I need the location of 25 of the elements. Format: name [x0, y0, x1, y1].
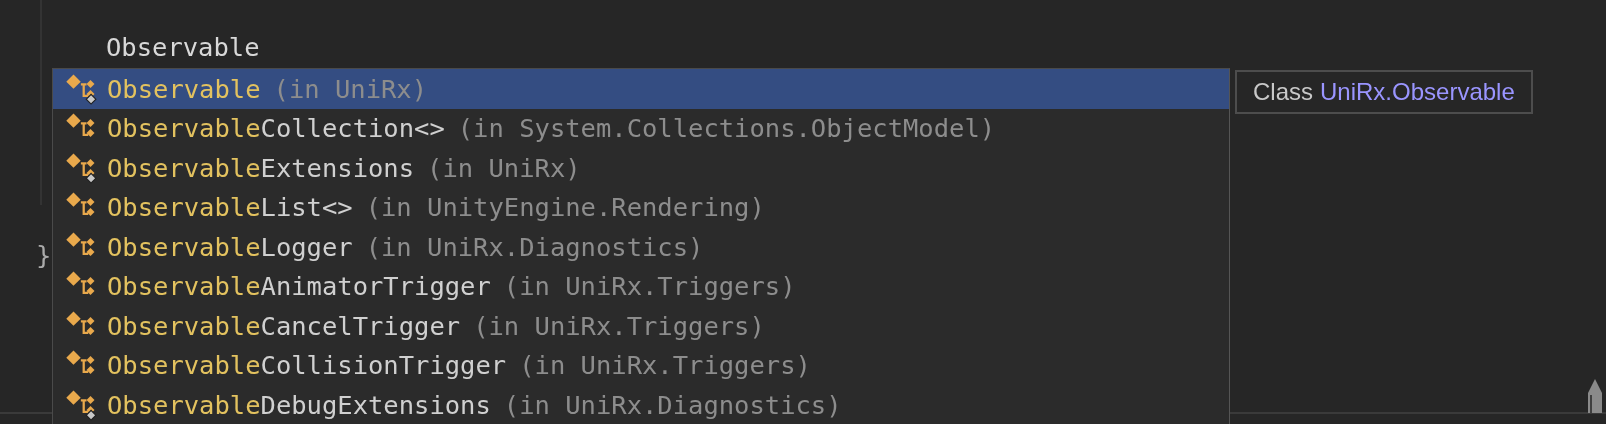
tooltip-name: UniRx.Observable	[1320, 78, 1515, 106]
completion-label: ObservableExtensions (in UniRx)	[107, 152, 581, 183]
tooltip-kind: Class	[1253, 78, 1313, 106]
completion-item[interactable]: ObservableAnimatorTrigger (in UniRx.Triggers)	[53, 266, 1229, 306]
completion-label: ObservableCollisionTrigger (in UniRx.Triggers)	[107, 350, 811, 381]
completion-label: ObservableAnimatorTrigger (in UniRx.Triggers)	[107, 271, 796, 302]
completion-item[interactable]: ObservableCollisionTrigger (in UniRx.Triggers)	[53, 345, 1229, 385]
completion-label: ObservableList<> (in UnityEngine.Rendering)	[107, 192, 765, 223]
completion-item[interactable]: Observable (in UniRx)	[53, 69, 1229, 109]
completion-label: Observable (in UniRx)	[107, 73, 428, 104]
completion-item[interactable]: ObservableList<> (in UnityEngine.Rendering)	[53, 187, 1229, 227]
completion-item[interactable]: ObservableCancelTrigger (in UniRx.Triggers)	[53, 306, 1229, 346]
completion-label: ObservableCancelTrigger (in UniRx.Triggers)	[107, 310, 765, 341]
completion-label: ObservableDebugExtensions (in UniRx.Diagnostics)	[107, 389, 842, 420]
pencil-icon	[1587, 379, 1603, 413]
code-text: }	[36, 240, 52, 270]
code-text: Observable	[106, 32, 260, 62]
completion-item[interactable]: ObservableDebugExtensions (in UniRx.Diagnostics)	[53, 385, 1229, 424]
completion-item[interactable]: ObservableCollection<> (in System.Collections.ObjectModel)	[53, 108, 1229, 148]
completion-label: ObservableLogger (in UniRx.Diagnostics)	[107, 231, 704, 262]
completion-item[interactable]: ObservableExtensions (in UniRx)	[53, 148, 1229, 188]
class-icon	[65, 150, 99, 185]
completion-label: ObservableCollection<> (in System.Collections.ObjectModel)	[107, 113, 996, 144]
class-icon	[65, 71, 99, 106]
completion-item[interactable]: ObservableLogger (in UniRx.Diagnostics)	[53, 227, 1229, 267]
